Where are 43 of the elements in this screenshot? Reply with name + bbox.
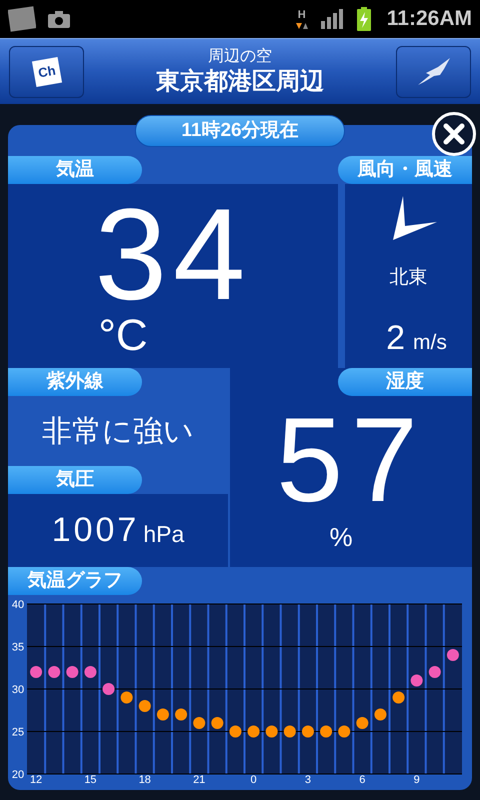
wind-speed-unit: m/s bbox=[413, 330, 447, 356]
header-title: 東京都港区周辺 bbox=[156, 66, 324, 96]
y-axis-label: 25 bbox=[12, 726, 24, 738]
bird-button[interactable] bbox=[396, 46, 471, 98]
header-subtitle: 周辺の空 bbox=[208, 46, 272, 66]
humidity-value: 57 bbox=[276, 400, 426, 520]
x-axis-label: 21 bbox=[193, 774, 206, 785]
section-label: 紫外線 bbox=[8, 368, 142, 396]
section-label: 気温 bbox=[8, 156, 142, 184]
pressure-unit: hPa bbox=[143, 520, 184, 550]
y-axis-label: 35 bbox=[12, 642, 24, 654]
battery-charging-icon bbox=[356, 7, 371, 31]
x-axis-label: 9 bbox=[414, 774, 420, 785]
wind-speed-value: 2 bbox=[386, 318, 406, 358]
uv-value: 非常に強い bbox=[42, 414, 194, 450]
clock-time: 11:26AM bbox=[386, 6, 472, 32]
x-axis-label: 15 bbox=[84, 774, 97, 785]
x-axis-label: 3 bbox=[304, 774, 311, 785]
x-axis-label: 12 bbox=[30, 774, 42, 785]
y-axis-label: 30 bbox=[12, 684, 24, 696]
section-label: 風向・風速 bbox=[338, 156, 472, 184]
temperature-value: 34 bbox=[94, 194, 252, 314]
signal-icon bbox=[320, 9, 345, 29]
wind-direction: 北東 bbox=[390, 266, 428, 290]
humidity-unit: % bbox=[329, 524, 353, 550]
close-icon bbox=[443, 123, 465, 145]
close-button[interactable] bbox=[432, 112, 476, 156]
data-arrows-icon bbox=[294, 20, 309, 28]
camera-icon bbox=[48, 10, 70, 28]
x-axis-label: 0 bbox=[250, 774, 257, 785]
y-axis-label: 20 bbox=[12, 769, 24, 781]
y-axis-label: 40 bbox=[12, 599, 24, 611]
channel-button[interactable]: Ch bbox=[9, 46, 84, 98]
network-type-label: H bbox=[298, 10, 306, 20]
temperature-unit: °C bbox=[98, 314, 148, 358]
pressure-value: 1007 bbox=[52, 510, 140, 551]
x-axis-label: 18 bbox=[138, 774, 151, 785]
timestamp-label: 11時26分現在 bbox=[135, 115, 345, 147]
section-label: 湿度 bbox=[338, 368, 472, 396]
channel-logo-icon: Ch bbox=[31, 56, 62, 87]
section-label: 気温グラフ bbox=[8, 567, 142, 595]
section-label: 気圧 bbox=[8, 466, 142, 494]
x-axis-label: 6 bbox=[359, 774, 366, 785]
